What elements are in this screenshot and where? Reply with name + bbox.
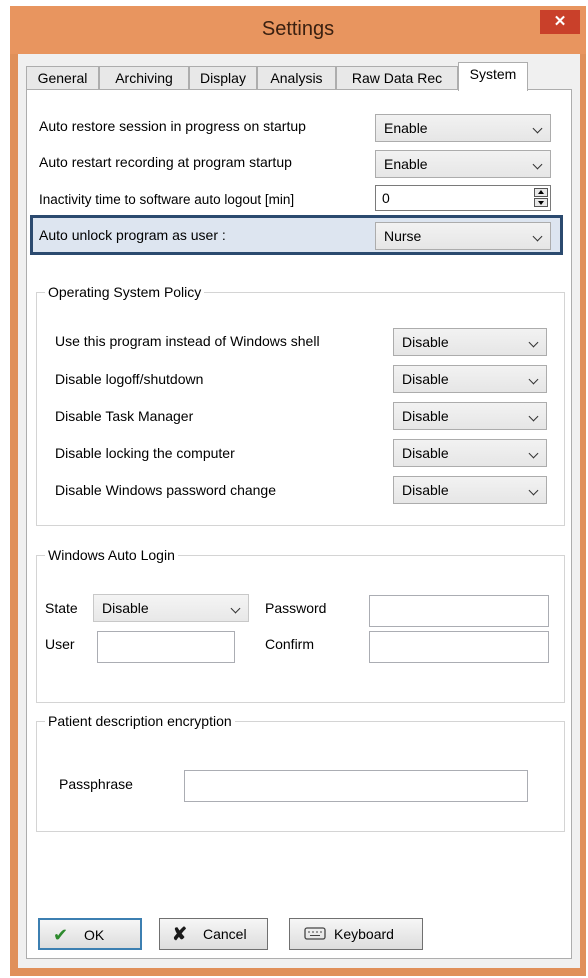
os-policy-lock-select[interactable]: Disable: [393, 439, 547, 467]
tab-general[interactable]: General: [26, 66, 99, 90]
auto-unlock-value: Nurse: [384, 228, 422, 244]
passphrase-field[interactable]: [184, 770, 528, 802]
auto-restore-label: Auto restore session in progress on star…: [39, 118, 306, 134]
os-policy-value: Disable: [402, 408, 449, 424]
auto-restart-select[interactable]: Enable: [375, 150, 551, 178]
keyboard-icon: [304, 926, 326, 945]
os-policy-value: Disable: [402, 334, 449, 350]
state-select[interactable]: Disable: [93, 594, 249, 622]
confirm-label: Confirm: [265, 636, 315, 652]
os-policy-logoff-select[interactable]: Disable: [393, 365, 547, 393]
auto-restart-label: Auto restart recording at program startu…: [39, 154, 292, 170]
inactivity-label: Inactivity time to software auto logout …: [39, 192, 295, 207]
chevron-down-icon: [230, 603, 241, 614]
tab-system[interactable]: System: [458, 62, 528, 91]
tab-raw-data-rec[interactable]: Raw Data Rec: [336, 66, 458, 90]
auto-login-group: Windows Auto Login State Disable Passwor…: [36, 547, 565, 703]
chevron-down-icon: [528, 374, 539, 385]
auto-restart-value: Enable: [384, 156, 428, 172]
os-policy-item-label: Disable logoff/shutdown: [55, 371, 204, 387]
auto-unlock-select[interactable]: Nurse: [375, 222, 551, 250]
chevron-down-icon: [532, 123, 543, 134]
chevron-down-icon: [528, 448, 539, 459]
os-policy-group: Operating System Policy Use this program…: [36, 284, 565, 526]
password-label: Password: [265, 600, 327, 616]
dialog-client: General Archiving Display Analysis Raw D…: [18, 54, 580, 968]
os-policy-item-label: Disable Windows password change: [55, 482, 276, 498]
user-label: User: [45, 636, 75, 652]
user-field[interactable]: [97, 631, 235, 663]
auto-login-title: Windows Auto Login: [45, 547, 178, 563]
encryption-group: Patient description encryption Passphras…: [36, 713, 565, 832]
close-button[interactable]: ✕: [540, 10, 580, 34]
os-policy-value: Disable: [402, 482, 449, 498]
check-icon: ✔: [53, 925, 69, 945]
tab-archiving[interactable]: Archiving: [99, 66, 189, 90]
encryption-title: Patient description encryption: [45, 713, 235, 729]
spin-down-icon[interactable]: [534, 198, 548, 207]
chevron-down-icon: [532, 159, 543, 170]
os-policy-password-select[interactable]: Disable: [393, 476, 547, 504]
ok-label: OK: [84, 927, 105, 943]
os-policy-item-label: Disable locking the computer: [55, 445, 235, 461]
system-tab-panel: Auto restore session in progress on star…: [26, 89, 572, 959]
confirm-field[interactable]: [369, 631, 549, 663]
spin-up-icon[interactable]: [534, 188, 548, 197]
ok-button[interactable]: ✔ OK: [38, 918, 142, 950]
auto-restore-value: Enable: [384, 120, 428, 136]
chevron-down-icon: [528, 411, 539, 422]
cancel-button[interactable]: ✘ Cancel: [159, 918, 268, 950]
inactivity-value: 0: [382, 190, 390, 206]
os-policy-item-label: Use this program instead of Windows shel…: [55, 333, 320, 349]
cancel-label: Cancel: [203, 926, 247, 942]
spin-buttons: [534, 188, 548, 208]
window-title: Settings: [261, 18, 335, 40]
os-policy-taskmgr-select[interactable]: Disable: [393, 402, 547, 430]
chevron-down-icon: [528, 337, 539, 348]
os-policy-shell-select[interactable]: Disable: [393, 328, 547, 356]
tab-display[interactable]: Display: [189, 66, 257, 90]
state-label: State: [45, 600, 78, 616]
state-value: Disable: [102, 600, 149, 616]
os-policy-title: Operating System Policy: [45, 284, 205, 300]
os-policy-value: Disable: [402, 445, 449, 461]
x-icon: ✘: [172, 924, 188, 944]
auto-restore-select[interactable]: Enable: [375, 114, 551, 142]
chevron-down-icon: [532, 231, 543, 242]
settings-window: Settings ✕ General Archiving Display Ana…: [10, 6, 586, 976]
auto-unlock-label: Auto unlock program as user :: [39, 227, 226, 243]
passphrase-label: Passphrase: [59, 776, 133, 792]
title-bar[interactable]: Settings ✕: [10, 6, 586, 54]
keyboard-button[interactable]: Keyboard: [289, 918, 423, 950]
password-field[interactable]: [369, 595, 549, 627]
os-policy-item-label: Disable Task Manager: [55, 408, 194, 424]
os-policy-value: Disable: [402, 371, 449, 387]
inactivity-spinbox[interactable]: 0: [375, 185, 551, 211]
close-icon: ✕: [553, 13, 567, 30]
keyboard-label: Keyboard: [334, 926, 394, 942]
chevron-down-icon: [528, 485, 539, 496]
tab-analysis[interactable]: Analysis: [257, 66, 336, 90]
